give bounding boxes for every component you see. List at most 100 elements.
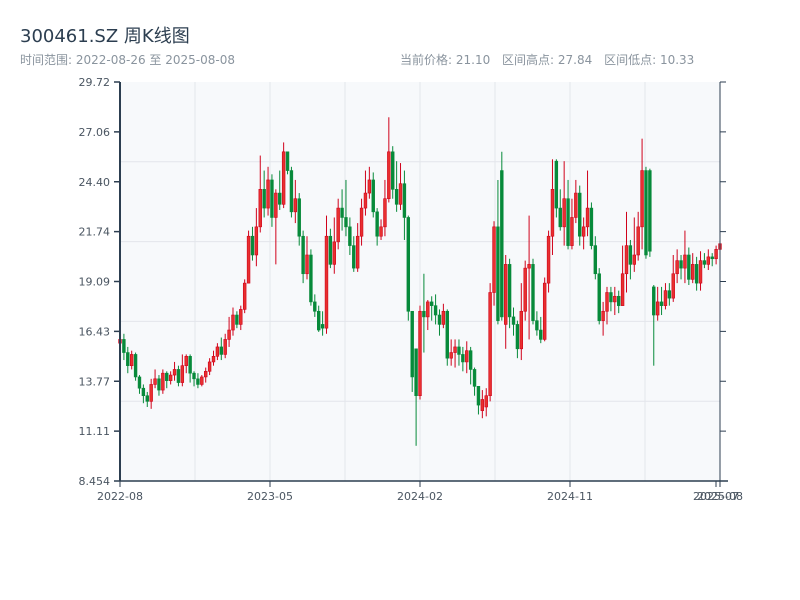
candle-up — [383, 198, 387, 228]
candle-down — [628, 245, 633, 265]
x-tick-label: 2022-08 — [97, 490, 143, 503]
candle-down — [445, 310, 449, 359]
candle-up — [274, 192, 278, 218]
candle-up — [562, 198, 566, 228]
y-tick-label: 11.11 — [79, 425, 111, 438]
candle-down — [472, 369, 477, 387]
candle-down — [262, 189, 266, 209]
candle-down — [301, 235, 305, 275]
candle-down — [578, 192, 582, 237]
candle-down — [188, 356, 192, 374]
candle-up — [153, 378, 157, 385]
candle-down — [461, 354, 465, 363]
candle-down — [219, 346, 223, 355]
candle-down — [137, 376, 142, 389]
candle-up — [387, 151, 391, 200]
candle-up — [691, 264, 695, 280]
candle-up — [655, 301, 660, 316]
candle-down — [394, 189, 399, 205]
candle-up — [363, 192, 368, 209]
candle-down — [313, 301, 317, 312]
candle-up — [379, 226, 383, 237]
candle-up — [519, 310, 523, 350]
candle-up — [168, 374, 173, 381]
candle-down — [694, 264, 699, 284]
candle-down — [437, 314, 442, 325]
x-tick-label: 2025-08 — [697, 490, 743, 503]
candle-up — [355, 235, 360, 269]
candle-down — [340, 207, 344, 218]
candle-down — [122, 339, 126, 353]
candle-down — [554, 160, 559, 209]
candle-down — [422, 310, 426, 318]
candle-down — [531, 264, 535, 321]
x-tick-label: 2023-05 — [247, 490, 293, 503]
candle-up — [620, 273, 625, 306]
candle-up — [574, 192, 578, 218]
candle-down — [496, 226, 500, 321]
candle-down — [414, 348, 418, 397]
candle-up — [367, 179, 372, 194]
candle-down — [278, 192, 282, 205]
candle-down — [235, 314, 239, 325]
candle-up — [714, 249, 718, 260]
candle-down — [648, 170, 652, 252]
candle-down — [617, 295, 621, 306]
candle-down — [710, 256, 714, 260]
x-tick-label: 2024-02 — [397, 490, 443, 503]
candle-up — [242, 282, 247, 310]
candle-up — [215, 346, 220, 357]
candle-up — [418, 310, 422, 397]
candle-up — [129, 354, 134, 366]
candle-up — [480, 399, 485, 412]
candle-up — [336, 207, 340, 243]
y-tick-label: 27.06 — [79, 126, 111, 139]
candle-up — [601, 310, 605, 321]
candle-up — [200, 376, 204, 385]
candle-down — [558, 207, 562, 228]
candle-up — [546, 235, 551, 284]
candle-down — [429, 301, 434, 306]
candle-down — [702, 260, 707, 265]
candle-up — [231, 314, 235, 331]
candle-down — [145, 395, 149, 402]
candle-up — [550, 189, 555, 237]
candle-up — [613, 295, 617, 303]
candle-up — [581, 226, 586, 237]
candle-up — [636, 226, 640, 256]
candle-down — [352, 245, 356, 269]
candlestick-chart: 29.72 27.06 24.40 21.74 19.09 16.43 13.77 11.11… — [79, 76, 743, 503]
candle-down — [667, 290, 672, 299]
candle-up — [605, 292, 609, 312]
candle-down — [157, 378, 161, 391]
candle-down — [410, 310, 414, 378]
candle-down — [344, 217, 348, 228]
candle-down — [679, 260, 683, 269]
candle-down — [196, 378, 200, 385]
candle-up — [523, 267, 527, 312]
candle-up — [254, 226, 259, 256]
candle-down — [297, 198, 301, 237]
candle-up — [398, 183, 403, 205]
candle-up — [449, 352, 453, 359]
y-tick-label: 24.40 — [79, 176, 111, 189]
candle-down — [659, 301, 664, 306]
candle-down — [609, 292, 613, 303]
y-tick-label: 29.72 — [79, 76, 111, 89]
candle-down — [320, 324, 325, 329]
candle-down — [652, 286, 656, 316]
y-tick-label: 16.43 — [79, 325, 111, 338]
candle-up — [675, 260, 679, 275]
candle-up — [683, 254, 687, 269]
candle-down — [270, 179, 274, 218]
candle-up — [465, 350, 469, 363]
candle-up — [624, 245, 629, 275]
candle-up — [305, 254, 309, 275]
candle-up — [570, 217, 574, 246]
candle-up — [258, 189, 262, 228]
candle-up — [484, 395, 488, 408]
candle-up — [211, 356, 216, 363]
candle-up — [239, 309, 243, 325]
candle-down — [406, 217, 411, 312]
candle-up — [632, 254, 636, 265]
